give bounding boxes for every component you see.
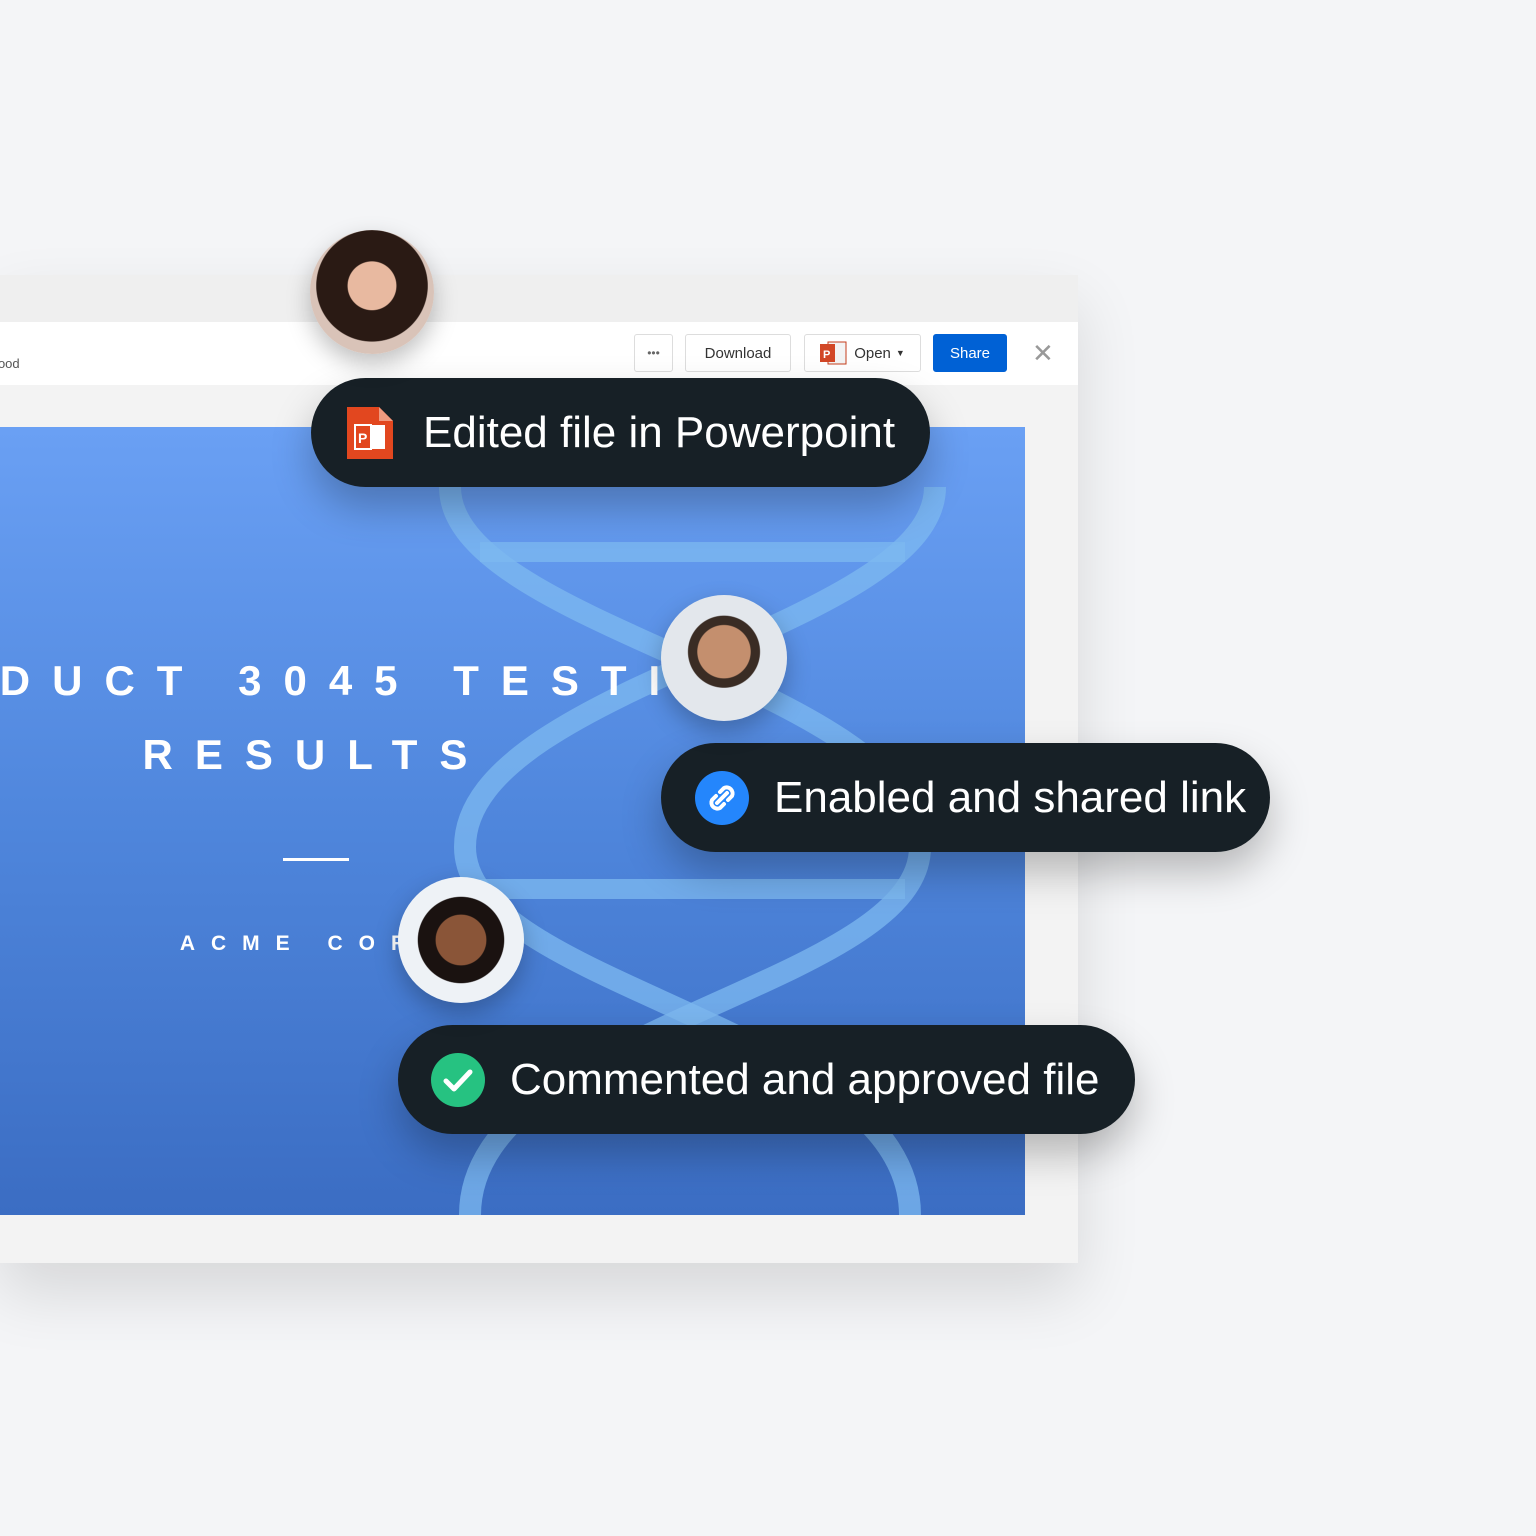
activity-item-approved: Commented and approved file bbox=[398, 1025, 1135, 1134]
divider bbox=[283, 858, 349, 861]
open-button[interactable]: P Open ▼ bbox=[804, 334, 921, 372]
activity-item-shared-link: Enabled and shared link bbox=[661, 743, 1270, 852]
check-circle-icon bbox=[431, 1052, 485, 1107]
powerpoint-icon: P bbox=[347, 406, 393, 459]
preview-toolbar: Food ••• Download P Open ▼ Share ✕ bbox=[0, 322, 1078, 385]
activity-text: Enabled and shared link bbox=[774, 772, 1247, 822]
activity-item-edited: P Edited file in Powerpoint bbox=[311, 378, 930, 487]
chevron-down-icon: ▼ bbox=[895, 348, 905, 358]
title-bar bbox=[0, 275, 1078, 322]
avatar bbox=[398, 877, 524, 1003]
more-options-button[interactable]: ••• bbox=[634, 334, 673, 372]
svg-text:P: P bbox=[823, 349, 830, 361]
download-button[interactable]: Download bbox=[685, 334, 791, 372]
breadcrumb[interactable]: Food bbox=[0, 356, 20, 371]
svg-text:P: P bbox=[358, 430, 367, 446]
activity-text: Commented and approved file bbox=[510, 1054, 1100, 1104]
share-button[interactable]: Share bbox=[933, 334, 1007, 372]
open-label: Open bbox=[854, 344, 891, 362]
close-icon[interactable]: ✕ bbox=[1032, 340, 1054, 366]
avatar bbox=[310, 230, 434, 354]
powerpoint-icon: P bbox=[820, 341, 847, 365]
avatar bbox=[661, 595, 787, 721]
link-icon bbox=[695, 770, 749, 825]
slide-title-line2: RESULTS bbox=[142, 731, 490, 778]
activity-text: Edited file in Powerpoint bbox=[423, 407, 896, 457]
